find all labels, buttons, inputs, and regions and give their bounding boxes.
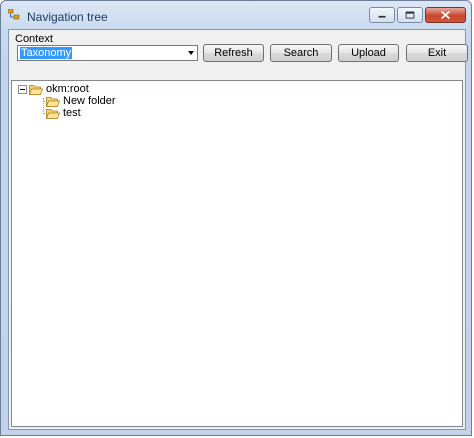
- navigation-tree[interactable]: okm:root New folder test: [11, 80, 463, 427]
- exit-button[interactable]: Exit: [406, 44, 468, 62]
- close-button[interactable]: [425, 7, 466, 23]
- tree-app-icon: [8, 9, 20, 20]
- chevron-down-icon[interactable]: [188, 51, 194, 55]
- close-icon: [440, 10, 451, 20]
- client-area: Context Taxonomy Refresh Search Upload E…: [8, 29, 468, 430]
- application-window: Navigation tree Context Taxonomy Refresh…: [0, 0, 472, 436]
- window-title: Navigation tree: [27, 10, 108, 24]
- tree-node-label: test: [63, 107, 81, 119]
- folder-open-icon: [46, 97, 60, 107]
- title-bar[interactable]: Navigation tree: [1, 1, 471, 29]
- collapse-toggle[interactable]: [18, 85, 27, 94]
- folder-open-icon: [29, 85, 43, 95]
- caption-buttons: [369, 7, 466, 25]
- maximize-icon: [405, 11, 415, 19]
- folder-open-icon: [46, 109, 60, 119]
- context-label: Context: [15, 33, 53, 45]
- search-button[interactable]: Search: [270, 44, 332, 62]
- minimize-button[interactable]: [369, 7, 395, 23]
- maximize-button[interactable]: [397, 7, 423, 23]
- context-selected-value: Taxonomy: [20, 47, 73, 59]
- refresh-button[interactable]: Refresh: [203, 44, 264, 62]
- upload-button[interactable]: Upload: [338, 44, 399, 62]
- minimize-icon: [378, 15, 386, 18]
- context-combobox[interactable]: Taxonomy: [17, 45, 198, 61]
